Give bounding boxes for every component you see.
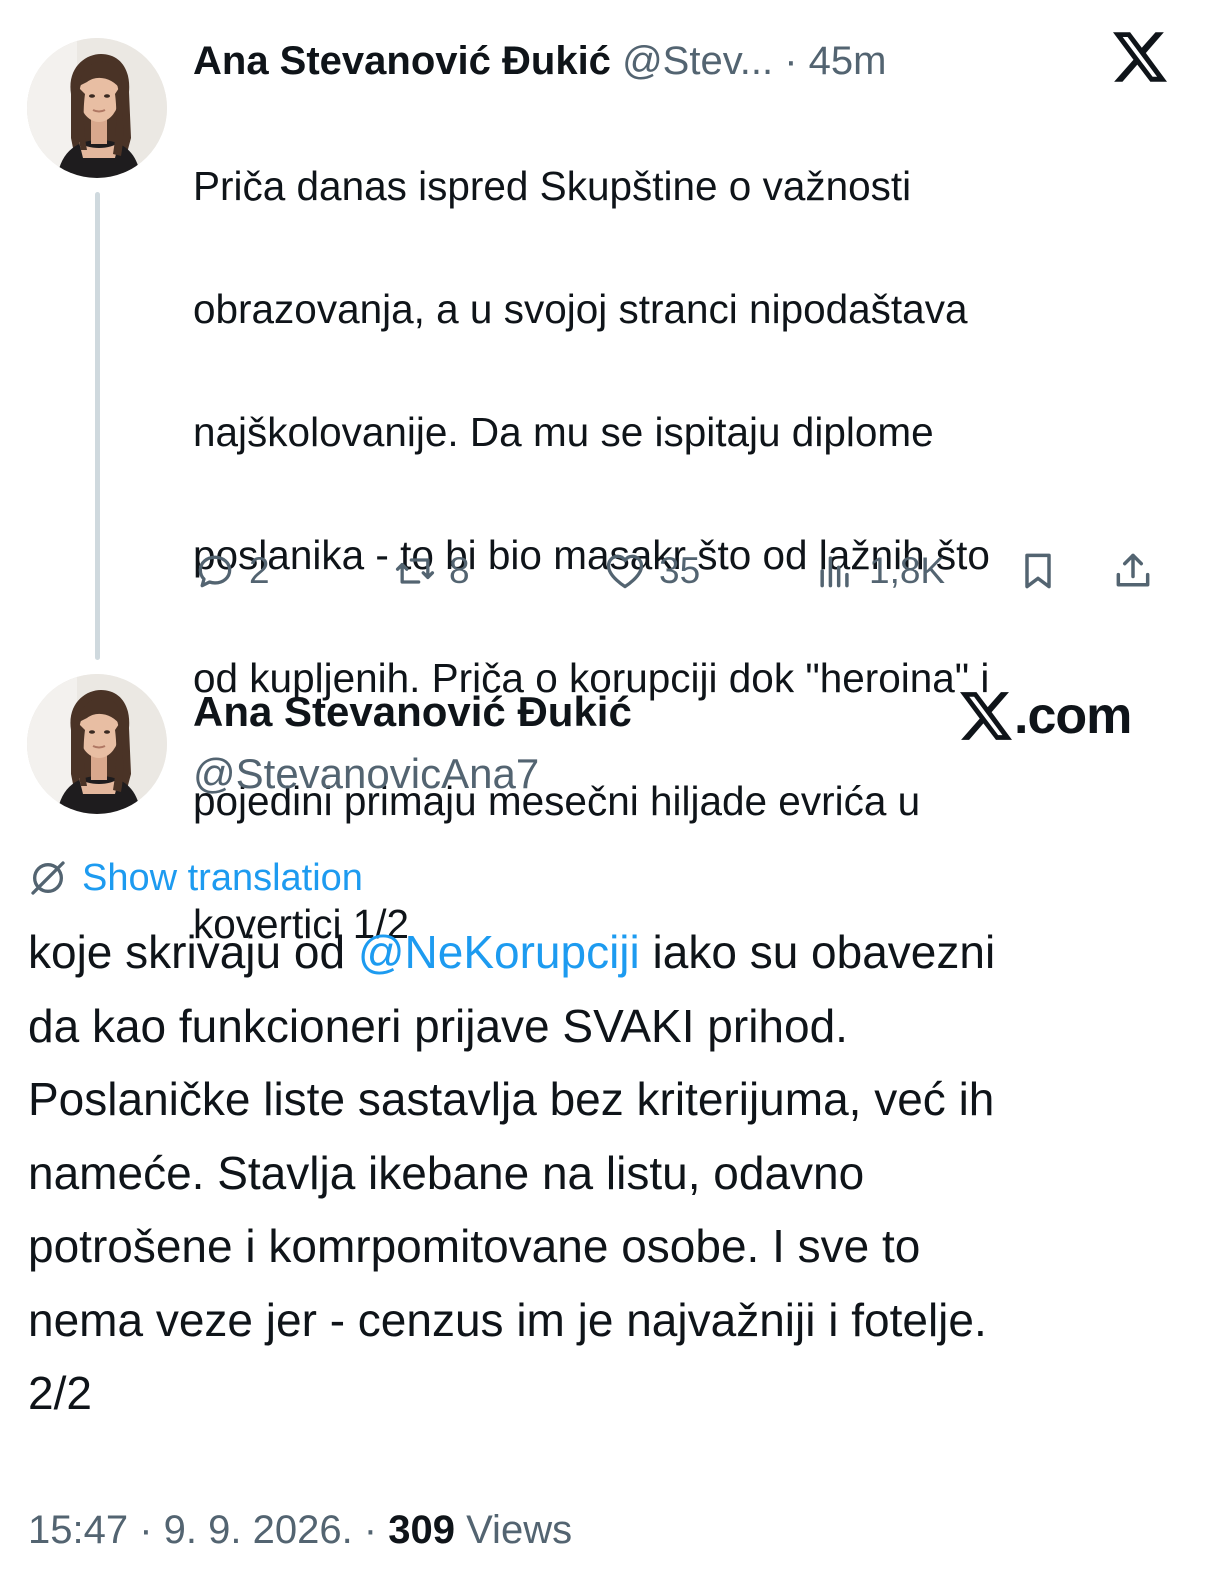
x-logo-icon [960, 692, 1012, 740]
views-icon [820, 556, 849, 588]
tweet-meta: 15:47 · 9. 9. 2026. · 309 Views [28, 1500, 572, 1560]
avatar[interactable] [27, 38, 167, 178]
repost-count: 8 [449, 550, 470, 591]
author-name[interactable]: Ana Stevanović Đukić [193, 686, 632, 738]
repost-icon [395, 558, 435, 584]
show-translation-label: Show translation [82, 856, 363, 899]
views-count: 1,8K [869, 550, 946, 591]
share-icon [1116, 553, 1150, 587]
tweet-text: koje skrivaju od @NeKorupciji iako su ob… [28, 916, 1188, 1431]
thread-connector-line [95, 192, 100, 660]
share-button[interactable] [1111, 545, 1155, 597]
avatar[interactable] [27, 674, 167, 814]
brand-text: .com [1014, 687, 1132, 745]
views-button[interactable]: 1,8K [813, 545, 945, 597]
tweet-header: Ana Stevanović Đukić @Stev... · 45m [193, 36, 886, 86]
reply-icon [198, 555, 232, 588]
x-com-brand: .com [960, 686, 1132, 746]
repost-button[interactable]: 8 [393, 545, 470, 597]
show-translation-link[interactable]: Show translation [28, 852, 363, 904]
like-button[interactable]: 35 [603, 545, 700, 597]
tweet-timestamp[interactable]: 15:47 · 9. 9. 2026. · [28, 1508, 388, 1552]
like-count: 35 [659, 550, 701, 591]
tweet-actions: 2 8 35 1,8K [193, 545, 1173, 597]
bookmark-icon [1025, 553, 1051, 589]
like-icon [606, 554, 644, 589]
tweet-text-line: najškolovanije. Da mu se ispitaju diplom… [193, 408, 934, 455]
author-handle[interactable]: @StevanovicAna7 [193, 748, 539, 800]
bookmark-button[interactable] [1016, 545, 1060, 597]
tweet-text-rest: iako su obavezni da kao funkcioneri prij… [28, 926, 996, 1419]
reply-count: 2 [249, 550, 270, 591]
views-label: Views [454, 1508, 573, 1552]
reply-button[interactable]: 2 [193, 545, 270, 597]
author-name[interactable]: Ana Stevanović Đukić [193, 39, 611, 83]
mention-link[interactable]: @NeKorupciji [358, 926, 640, 978]
tweet-text-line: obrazovanja, a u svojoj stranci nipodašt… [193, 285, 968, 332]
translate-icon [31, 861, 65, 895]
tweet-time[interactable]: · 45m [784, 39, 886, 83]
x-logo-icon [1113, 32, 1167, 82]
tweet-text-start: koje skrivaju od [28, 926, 358, 978]
views-count: 309 [388, 1508, 455, 1552]
author-handle[interactable]: @Stev... [622, 39, 773, 83]
tweet-text-line: Priča danas ispred Skupštine o važnosti [193, 162, 912, 209]
